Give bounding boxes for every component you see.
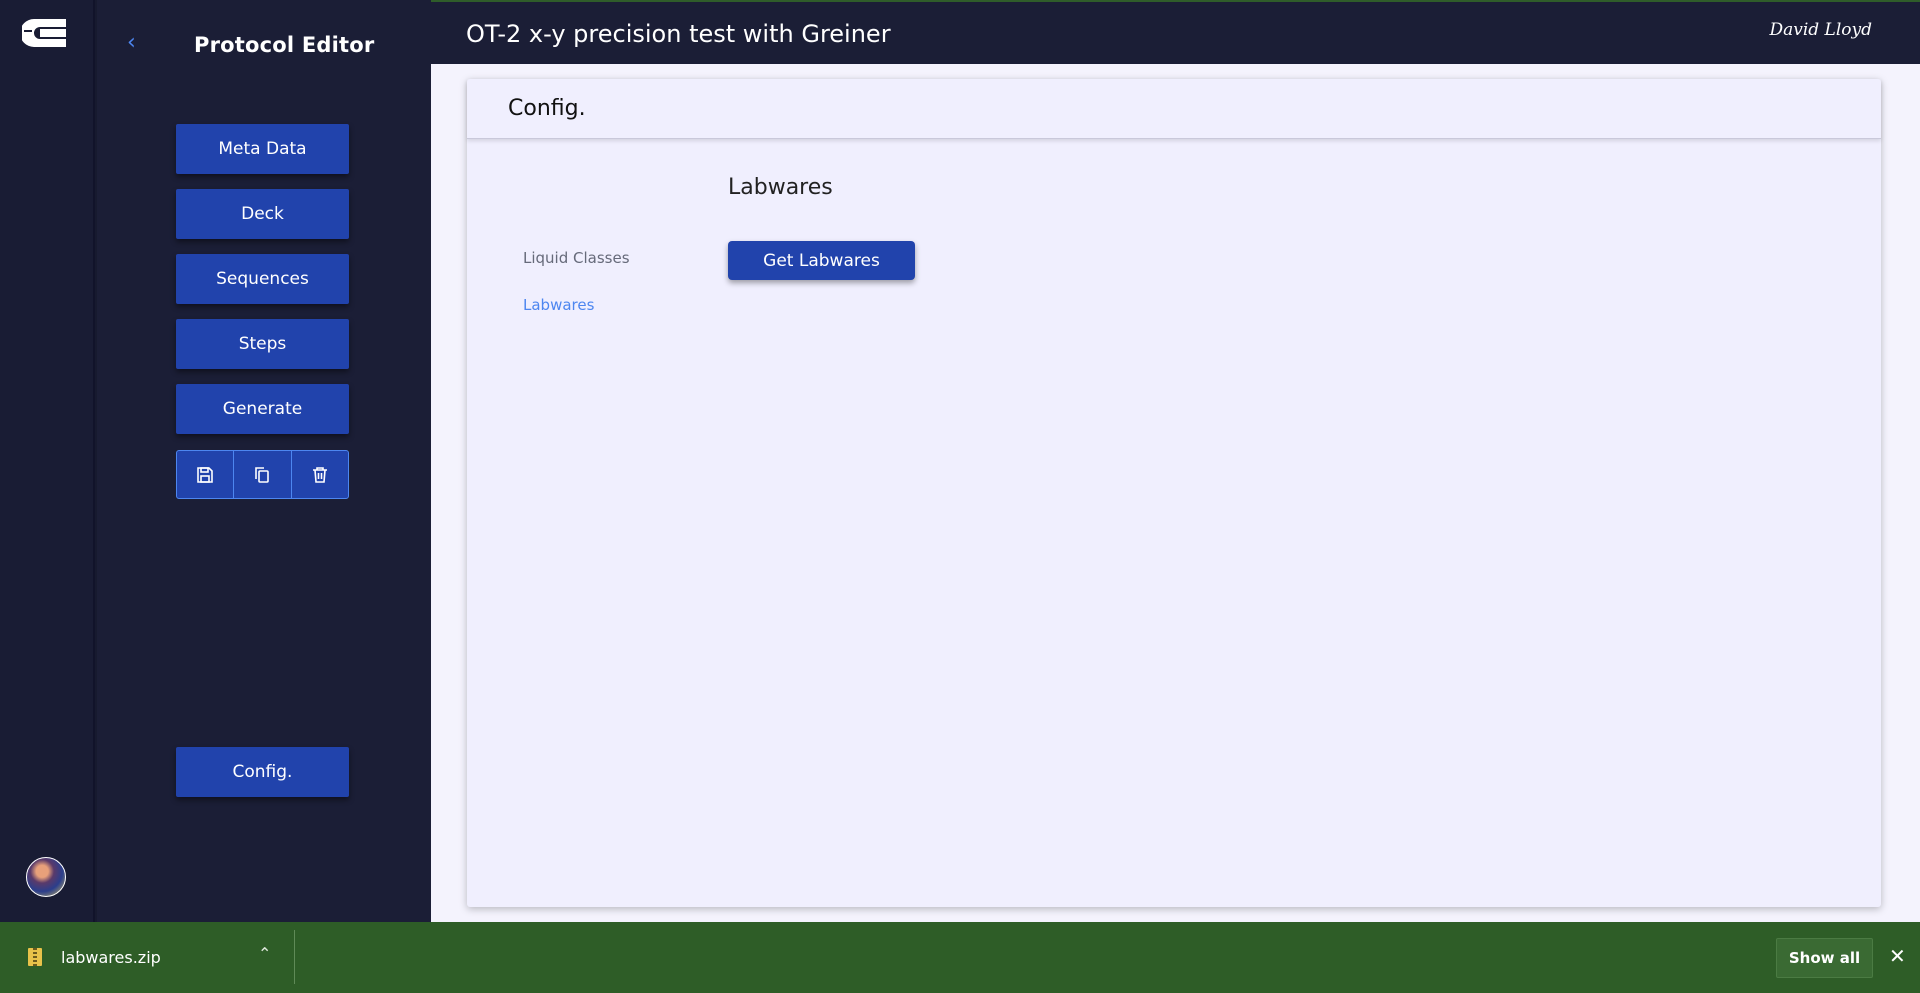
user-signature: David Lloyd <box>1769 20 1872 40</box>
config-card: Config. Liquid Classes Labwares Labwares… <box>467 79 1881 907</box>
close-icon[interactable]: ✕ <box>1889 944 1906 968</box>
user-avatar[interactable] <box>26 857 66 897</box>
config-button[interactable]: Config. <box>176 747 349 797</box>
chevron-left-icon[interactable]: ‹ <box>127 32 136 54</box>
save-button[interactable] <box>177 451 235 498</box>
sidebar: ‹ Protocol Editor Meta Data Deck Sequenc… <box>97 0 431 922</box>
steps-button[interactable]: Steps <box>176 319 349 369</box>
section-title: Labwares <box>728 175 833 200</box>
get-labwares-button[interactable]: Get Labwares <box>728 241 915 280</box>
divider <box>294 930 295 984</box>
protocol-title: OT-2 x-y precision test with Greiner <box>466 20 891 48</box>
sequences-button[interactable]: Sequences <box>176 254 349 304</box>
meta-data-button[interactable]: Meta Data <box>176 124 349 174</box>
download-bar: labwares.zip ⌃ Show all ✕ <box>0 922 1920 993</box>
chevron-up-icon[interactable]: ⌃ <box>258 944 271 963</box>
generate-button[interactable]: Generate <box>176 384 349 434</box>
zip-file-icon <box>28 948 42 966</box>
page-header: OT-2 x-y precision test with Greiner Dav… <box>431 0 1920 64</box>
copy-button[interactable] <box>234 451 292 498</box>
trash-icon <box>312 466 327 483</box>
save-icon <box>197 466 213 483</box>
sidebar-title: Protocol Editor <box>194 33 375 57</box>
subnav-labwares[interactable]: Labwares <box>523 296 594 314</box>
delete-button[interactable] <box>292 451 348 498</box>
deck-button[interactable]: Deck <box>176 189 349 239</box>
main-content: Config. Liquid Classes Labwares Labwares… <box>431 64 1920 922</box>
protocol-actions <box>176 450 349 499</box>
app-logo-icon[interactable] <box>22 16 72 50</box>
show-all-button[interactable]: Show all <box>1776 938 1873 978</box>
download-file-name[interactable]: labwares.zip <box>61 948 161 967</box>
subnav-liquid-classes[interactable]: Liquid Classes <box>523 249 630 267</box>
app-rail <box>0 0 95 922</box>
card-header: Config. <box>467 79 1881 139</box>
card-title: Config. <box>508 96 586 121</box>
copy-icon <box>255 466 270 483</box>
